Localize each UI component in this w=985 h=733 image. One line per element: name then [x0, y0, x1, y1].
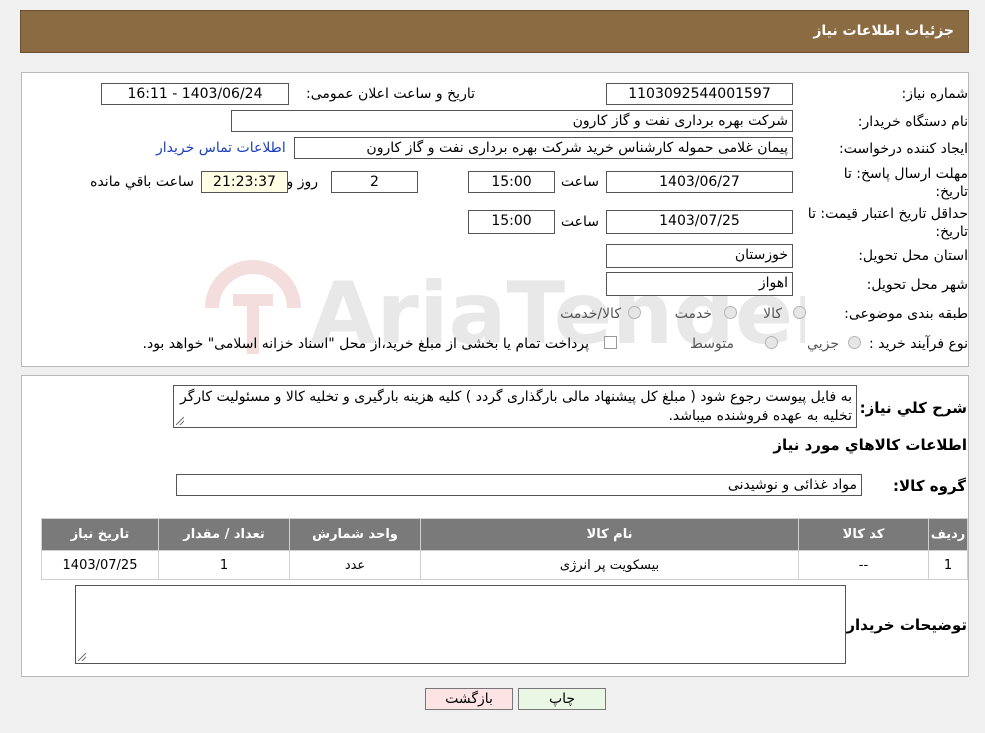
announce-field: 1403/06/24 - 16:11	[101, 83, 289, 105]
process-label-partial: جزیي	[807, 336, 839, 352]
province-field: خوزستان	[606, 244, 793, 268]
process-label-medium: متوسط	[690, 336, 734, 352]
category-label-service: خدمت	[674, 306, 712, 322]
goods-group-field: مواد غذائی و نوشیدنی	[176, 474, 862, 496]
print-button[interactable]: چاپ	[518, 688, 606, 710]
validity-time-field: 15:00	[468, 210, 555, 234]
col-row-number: رديف	[928, 518, 968, 551]
remaining-time-field: 21:23:37	[201, 171, 288, 193]
deadline-label: مهلت ارسال پاسخ: تا	[843, 166, 968, 182]
cell-item-code: --	[798, 550, 929, 580]
goods-table-header: رديف کد کالا نام کالا واحد شمارش تعداد /…	[41, 518, 968, 551]
col-item-name: نام کالا	[420, 518, 799, 551]
validity-label: حداقل تاریخ اعتبار قیمت: تا	[807, 206, 968, 222]
buyer-org-label: نام دستگاه خریدار:	[857, 114, 968, 130]
cell-unit: عدد	[289, 550, 421, 580]
cell-item-name: بیسکویت پر انرژی	[420, 550, 799, 580]
treasury-checkbox[interactable]	[604, 336, 617, 349]
goods-group-label: گروه کالا:	[893, 477, 966, 495]
process-label: نوع فرآیند خرید :	[869, 336, 968, 352]
resize-handle-icon[interactable]	[176, 417, 184, 425]
buyer-contact-link[interactable]: اطلاعات تماس خریدار	[156, 140, 286, 156]
process-radio-medium[interactable]	[765, 336, 778, 349]
need-number-label: شماره نیاز:	[901, 86, 969, 102]
category-label-goods-service: کالا/خدمت	[560, 306, 621, 322]
city-field: اهواز	[606, 272, 793, 296]
category-label: طبقه بندی موضوعی:	[844, 306, 968, 322]
goods-section-title: اطلاعات کالاهاي مورد نياز	[773, 436, 967, 454]
summary-textarea: به فایل پیوست رجوع شود ( مبلغ کل پیشنهاد…	[173, 385, 857, 428]
announce-label: تاریخ و ساعت اعلان عمومی:	[306, 86, 475, 102]
category-radio-goods-service[interactable]	[628, 306, 641, 319]
deadline-label-date: تاریخ:	[935, 184, 968, 200]
category-label-goods: کالا	[763, 306, 782, 322]
cell-quantity: 1	[158, 550, 290, 580]
days-field: 2	[331, 171, 418, 193]
validity-date-field: 1403/07/25	[606, 210, 793, 234]
deadline-date-field: 1403/06/27	[606, 171, 793, 193]
remaining-label: ساعت باقي مانده	[90, 174, 194, 190]
deadline-time-field: 15:00	[468, 171, 555, 193]
back-button[interactable]: بازگشت	[425, 688, 513, 710]
cell-need-date: 1403/07/25	[41, 550, 159, 580]
summary-text: به فایل پیوست رجوع شود ( مبلغ کل پیشنهاد…	[180, 389, 852, 424]
city-label: شهر محل تحویل:	[866, 277, 968, 293]
buyer-notes-label: توضیحات خریدار:	[840, 616, 967, 634]
province-label: استان محل تحویل:	[858, 248, 968, 264]
need-number-field: 1103092544001597	[606, 83, 793, 105]
col-need-date: تاريخ نياز	[41, 518, 159, 551]
resize-handle-icon[interactable]	[78, 653, 86, 661]
deadline-time-label: ساعت	[560, 174, 599, 190]
category-radio-service[interactable]	[724, 306, 737, 319]
validity-time-label: ساعت	[560, 214, 599, 230]
table-row: 1 -- بیسکویت پر انرژی عدد 1 1403/07/25	[41, 550, 968, 580]
cell-row-number: 1	[928, 550, 968, 580]
page-title: جزئیات اطلاعات نیاز	[813, 23, 954, 39]
summary-label: شرح کلي نياز:	[859, 399, 967, 417]
buyer-org-field: شرکت بهره برداری نفت و گاز کارون	[231, 110, 793, 132]
payment-note: پرداخت تمام یا بخشی از مبلغ خرید،از محل …	[142, 336, 589, 352]
validity-label-date: تاریخ:	[935, 224, 968, 240]
col-item-code: کد کالا	[798, 518, 929, 551]
goods-table: رديف کد کالا نام کالا واحد شمارش تعداد /…	[41, 518, 968, 580]
process-radio-partial[interactable]	[848, 336, 861, 349]
col-quantity: تعداد / مقدار	[158, 518, 290, 551]
creator-field: پیمان غلامی حموله کارشناس خرید شرکت بهره…	[294, 137, 793, 159]
category-radio-goods[interactable]	[793, 306, 806, 319]
creator-label: ایجاد کننده درخواست:	[839, 141, 968, 157]
days-label: روز و	[286, 174, 319, 190]
col-unit: واحد شمارش	[289, 518, 421, 551]
page-header: جزئیات اطلاعات نیاز	[20, 10, 969, 53]
buyer-notes-textarea[interactable]	[75, 585, 846, 664]
